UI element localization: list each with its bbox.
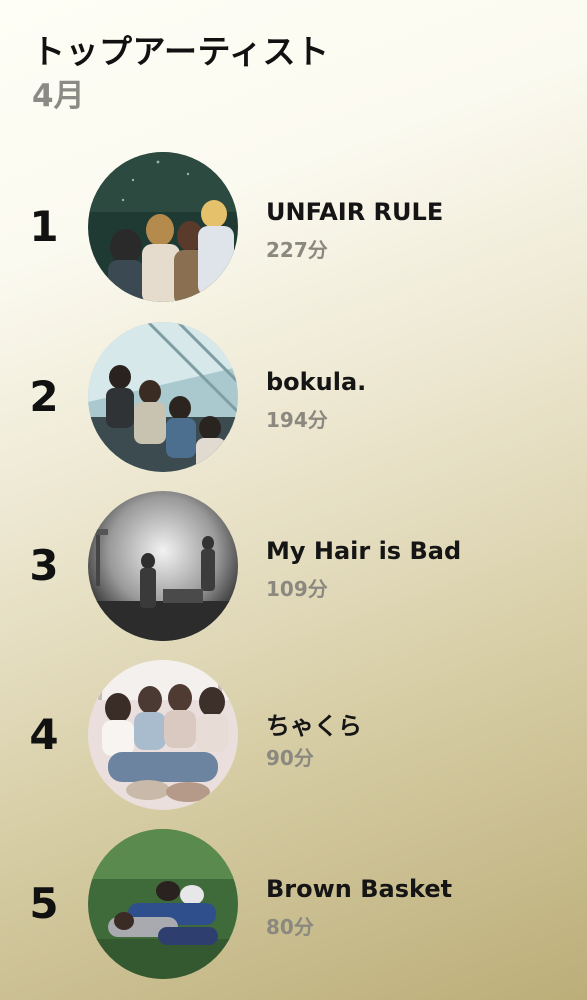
artist-photo[interactable] <box>88 152 238 302</box>
header: トップアーティスト 4月 <box>32 30 330 116</box>
artist-photo[interactable] <box>88 322 238 472</box>
artist-name: UNFAIR RULE <box>266 198 444 226</box>
rank-number: 3 <box>29 541 59 590</box>
rank-number: 5 <box>29 879 59 928</box>
artist-name: bokula. <box>266 368 367 396</box>
artist-name: Brown Basket <box>266 875 453 903</box>
artist-photo[interactable] <box>88 829 238 979</box>
artist-row-1[interactable]: 1 UNFAIR RULE 227分 <box>0 152 587 304</box>
rank-number: 2 <box>29 372 59 421</box>
rank-number: 1 <box>29 202 59 251</box>
artist-row-2[interactable]: 2 bokula. 194分 <box>0 322 587 474</box>
listening-minutes: 194分 <box>266 408 328 432</box>
listening-minutes: 109分 <box>266 577 328 601</box>
artist-name: ちゃくら <box>266 712 362 740</box>
month-label: 4月 <box>32 78 85 114</box>
listening-minutes: 90分 <box>266 746 314 770</box>
artist-name: My Hair is Bad <box>266 537 462 565</box>
rank-number: 4 <box>29 710 59 759</box>
listening-minutes: 227分 <box>266 238 328 262</box>
artist-row-4[interactable]: 4 ちゃくら 90分 <box>0 660 587 812</box>
artist-row-3[interactable]: 3 My Hair is Bad 109分 <box>0 491 587 643</box>
artist-photo[interactable] <box>88 491 238 641</box>
listening-minutes: 80分 <box>266 915 314 939</box>
artist-row-5[interactable]: 5 Brown Basket 80分 <box>0 829 587 981</box>
page-title: トップアーティスト <box>32 32 330 71</box>
artist-photo[interactable] <box>88 660 238 810</box>
